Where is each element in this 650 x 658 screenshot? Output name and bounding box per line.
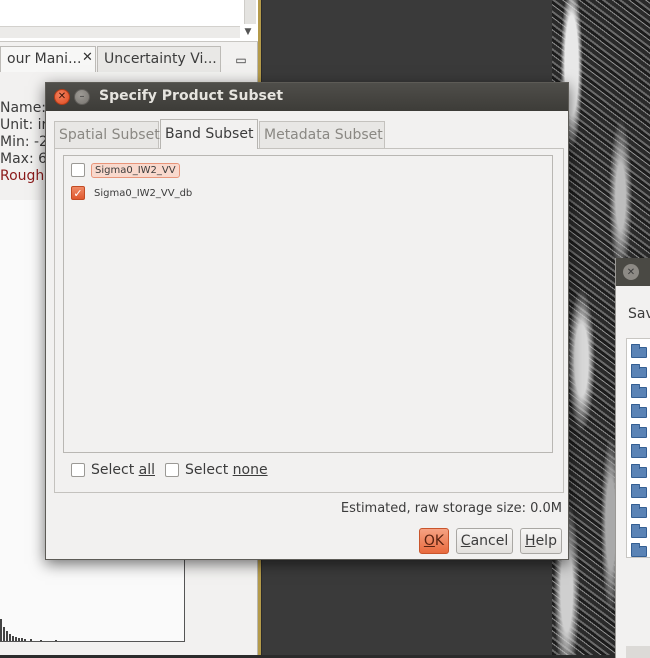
folder-icon[interactable] [631, 424, 647, 438]
specify-product-subset-dialog: ✕ – Specify Product Subset Spatial Subse… [45, 82, 569, 560]
list-item[interactable]: Sigma0_IW2_VV [71, 161, 180, 179]
scroll-down-icon[interactable]: ▼ [240, 24, 256, 40]
background-tab-bar: our Mani... ✕ Uncertainty Vi... ▭ [0, 46, 258, 72]
save-label: Sav [628, 306, 650, 322]
band-checkbox-sigma0-iw2-vv-db[interactable]: ✓ [71, 186, 85, 200]
band-subset-panel: Sigma0_IW2_VV ✓ Sigma0_IW2_VV_db Select … [54, 148, 564, 493]
close-icon[interactable]: ✕ [82, 50, 93, 65]
storage-size-label: Estimated, raw storage size: 0.0M [340, 501, 562, 516]
folder-icon[interactable] [631, 464, 647, 478]
select-all-checkbox[interactable] [71, 463, 85, 477]
dialog-titlebar[interactable]: ✕ – Specify Product Subset [46, 83, 568, 111]
vertical-scrollbar[interactable] [244, 0, 256, 24]
help-button[interactable]: Help [520, 528, 562, 554]
folder-icon[interactable] [631, 404, 647, 418]
tab-label: Uncertainty Vi... [104, 51, 217, 67]
band-list: Sigma0_IW2_VV ✓ Sigma0_IW2_VV_db [63, 155, 553, 453]
folder-icon[interactable] [631, 543, 647, 557]
band-label[interactable]: Sigma0_IW2_VV_db [91, 187, 195, 200]
close-icon[interactable]: ✕ [54, 89, 70, 105]
dialog-title: Specify Product Subset [99, 88, 284, 104]
folder-icon[interactable] [631, 444, 647, 458]
select-all-option[interactable]: Select all [71, 462, 155, 478]
select-all-label[interactable]: Select all [91, 462, 155, 478]
checkmark-icon: ✓ [73, 186, 83, 200]
minimize-icon[interactable]: – [74, 89, 90, 105]
ok-button[interactable]: OK [419, 528, 449, 554]
cancel-button[interactable]: Cancel [456, 528, 513, 554]
tab-spatial-subset[interactable]: Spatial Subset [54, 121, 160, 148]
folder-icon[interactable] [631, 344, 647, 358]
folder-icon[interactable] [631, 504, 647, 518]
close-icon[interactable]: ✕ [623, 264, 639, 280]
histogram-bars [0, 619, 57, 641]
band-checkbox-sigma0-iw2-vv[interactable] [71, 163, 85, 177]
folder-icon[interactable] [631, 484, 647, 498]
tab-contour-manipulation[interactable]: our Mani... ✕ [0, 46, 96, 72]
band-label[interactable]: Sigma0_IW2_VV [91, 162, 180, 178]
select-options: Select all Select none [71, 460, 278, 480]
background-save-dialog: ✕ Sav [615, 258, 650, 658]
select-none-option[interactable]: Select none [165, 462, 268, 478]
list-item[interactable]: ✓ Sigma0_IW2_VV_db [71, 184, 195, 202]
save-dialog-titlebar: ✕ [616, 258, 650, 286]
folder-icon[interactable] [631, 524, 647, 538]
minimize-icon[interactable]: ▭ [230, 52, 252, 68]
folder-icon[interactable] [631, 364, 647, 378]
tab-uncertainty-visualisation[interactable]: Uncertainty Vi... [97, 46, 221, 72]
subset-tab-bar: Spatial Subset Band Subset Metadata Subs… [54, 119, 564, 149]
select-none-checkbox[interactable] [165, 463, 179, 477]
select-none-label[interactable]: Select none [185, 462, 268, 478]
folder-list[interactable] [626, 338, 650, 558]
folder-icon[interactable] [631, 384, 647, 398]
save-dialog-scrollbar[interactable] [626, 646, 650, 658]
tab-label: our Mani... [7, 51, 82, 67]
tab-band-subset[interactable]: Band Subset [160, 119, 258, 149]
background-list: ▼ [0, 0, 258, 42]
horizontal-scrollbar[interactable] [0, 26, 240, 38]
tab-metadata-subset[interactable]: Metadata Subset [259, 121, 385, 148]
